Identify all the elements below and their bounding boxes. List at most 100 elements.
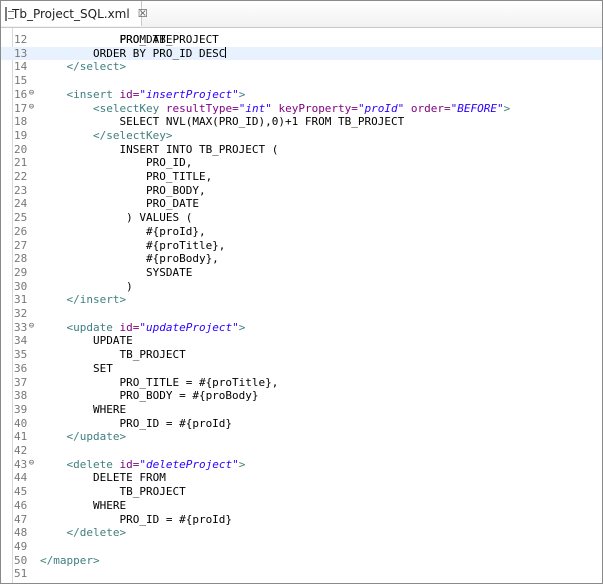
code-text: PRO_ID = #{proId} <box>40 416 233 430</box>
code-line[interactable]: 43 ⊖ <delete id="deleteProject"> <box>1 458 602 471</box>
code-line[interactable]: 37 PRO_TITLE = #{proTitle}, <box>1 376 602 389</box>
code-text: PRO_BODY, <box>40 183 206 197</box>
code-line[interactable]: 38 PRO_BODY = #{proBody} <box>1 389 602 402</box>
code-text: PRO_TITLE, <box>40 170 213 183</box>
line-number: 34 <box>14 334 28 348</box>
code-line[interactable]: 18 SELECT NVL(MAX(PRO_ID),0)+1 FROM TB_P… <box>1 115 602 128</box>
line-number: 31 <box>14 293 28 307</box>
line-number: 21 <box>14 156 28 170</box>
code-line[interactable]: 20 INSERT INTO TB_PROJECT ( <box>1 143 602 156</box>
collapse-icon[interactable]: ⊖ <box>27 321 36 331</box>
code-line[interactable]: 13 ORDER BY PRO_ID DESC <box>1 46 602 60</box>
code-line[interactable]: 12 FROM TB_PROJECT <box>1 33 602 46</box>
line-number: 27 <box>14 238 28 252</box>
code-text: UPDATE <box>40 334 133 348</box>
code-line[interactable]: 48 </delete> <box>1 526 602 539</box>
code-line[interactable]: 42 <box>1 444 602 457</box>
code-text: SELECT NVL(MAX(PRO_ID),0)+1 FROM TB_PROJ… <box>40 115 405 129</box>
text-caret <box>225 46 227 58</box>
code-text: <delete id="deleteProject"> <box>66 457 246 471</box>
code-line[interactable]: 14 </select> <box>1 60 602 73</box>
code-line[interactable]: 25 ) VALUES ( <box>1 211 602 224</box>
code-line[interactable]: 23 PRO_BODY, <box>1 184 602 197</box>
code-text: ) <box>40 279 133 293</box>
line-number: 49 <box>14 539 28 553</box>
code-line[interactable]: 36 SET <box>1 362 602 375</box>
code-line[interactable]: 30 ) <box>1 280 602 293</box>
collapse-icon[interactable]: ⊖ <box>27 458 36 468</box>
code-line[interactable]: 32 <box>1 307 602 320</box>
close-icon[interactable]: ☒ <box>138 7 148 20</box>
code-text: TB_PROJECT <box>40 348 186 362</box>
code-line[interactable]: 40 PRO_ID = #{proId} <box>1 417 602 430</box>
line-number: 46 <box>14 498 28 512</box>
code-text: <insert id="insertProject"> <box>66 87 246 101</box>
line-number: 24 <box>14 197 28 211</box>
code-text: #{proId}, <box>40 224 206 238</box>
line-number: 29 <box>14 265 28 279</box>
code-line[interactable]: 41 </update> <box>1 430 602 443</box>
code-text: TB_PROJECT <box>40 485 186 499</box>
code-text: PRO_TITLE = #{proTitle}, <box>40 375 279 389</box>
line-number: 15 <box>14 74 28 88</box>
code-text: <selectKey resultType="int" keyProperty=… <box>92 101 511 115</box>
code-line[interactable]: 21 PRO_ID, <box>1 156 602 169</box>
code-line[interactable]: 31 </insert> <box>1 293 602 306</box>
code-text: PRO_DATE <box>40 197 199 211</box>
line-number: 38 <box>14 389 28 403</box>
tab-title: Tb_Project_SQL.xml <box>12 6 130 21</box>
code-line[interactable]: 39 WHERE <box>1 403 602 416</box>
code-line[interactable]: 24 PRO_DATE <box>1 197 602 210</box>
code-line[interactable]: 49 <box>1 540 602 553</box>
line-number: 36 <box>14 361 28 375</box>
line-number: 41 <box>14 430 28 444</box>
line-number: 50 <box>14 553 28 567</box>
code-text: </update> <box>66 430 127 444</box>
line-number: 14 <box>14 60 28 74</box>
code-text: SYSDATE <box>40 265 193 279</box>
code-text: </select> <box>66 60 127 74</box>
line-number: 42 <box>14 444 28 457</box>
editor-window: Tb_Project_SQL.xml ☒ PRO_DATE 12 FROM TB… <box>0 0 603 584</box>
code-text: PRO_BODY = #{proBody} <box>40 389 259 403</box>
collapse-icon[interactable]: ⊖ <box>27 102 36 112</box>
line-number: 12 <box>14 33 28 46</box>
line-number: 25 <box>14 211 28 225</box>
code-line[interactable]: 47 PRO_ID = #{proId} <box>1 513 602 526</box>
code-line[interactable]: 33 ⊖ <update id="updateProject"> <box>1 321 602 334</box>
line-number: 13 <box>14 46 28 60</box>
code-line[interactable]: 19 </selectKey> <box>1 129 602 142</box>
line-number: 23 <box>14 183 28 197</box>
code-line[interactable]: 50 </mapper> <box>1 554 602 567</box>
line-number: 47 <box>14 512 28 526</box>
code-text: ) VALUES ( <box>40 211 193 225</box>
line-number: 20 <box>14 142 28 156</box>
code-line[interactable]: 28 #{proBody}, <box>1 252 602 265</box>
code-line[interactable]: 45 TB_PROJECT <box>1 485 602 498</box>
line-number: 28 <box>14 252 28 266</box>
code-line[interactable]: 26 #{proId}, <box>1 225 602 238</box>
code-line[interactable]: 15 <box>1 74 602 87</box>
code-line[interactable]: 35 TB_PROJECT <box>1 348 602 361</box>
code-line[interactable]: 34 UPDATE <box>1 334 602 347</box>
code-text: ORDER BY PRO_ID DESC <box>40 46 227 60</box>
code-line[interactable]: 16 ⊖ <insert id="insertProject"> <box>1 88 602 101</box>
line-number: 51 <box>14 567 28 581</box>
code-line[interactable]: 22 PRO_TITLE, <box>1 170 602 183</box>
code-line[interactable]: 44 DELETE FROM <box>1 471 602 484</box>
collapse-icon[interactable]: ⊖ <box>27 88 36 98</box>
code-line[interactable]: 17 ⊖ <selectKey resultType="int" keyPrope… <box>1 102 602 115</box>
code-text: </selectKey> <box>92 128 173 142</box>
code-text: INSERT INTO TB_PROJECT ( <box>40 142 279 156</box>
code-text: DELETE FROM <box>40 471 166 485</box>
line-number: 32 <box>14 307 28 320</box>
code-line[interactable]: 27 #{proTitle}, <box>1 239 602 252</box>
code-line[interactable]: 29 SYSDATE <box>1 266 602 279</box>
code-line[interactable]: 46 WHERE <box>1 499 602 512</box>
line-number: 30 <box>14 279 28 293</box>
code-text: </mapper> <box>40 553 100 567</box>
line-number: 48 <box>14 526 28 540</box>
code-editor[interactable]: PRO_DATE 12 FROM TB_PROJECT 13 ORDER BY P… <box>1 28 602 583</box>
code-text: PRO_ID = #{proId} <box>40 512 233 526</box>
code-line[interactable]: 51 <box>1 567 602 580</box>
